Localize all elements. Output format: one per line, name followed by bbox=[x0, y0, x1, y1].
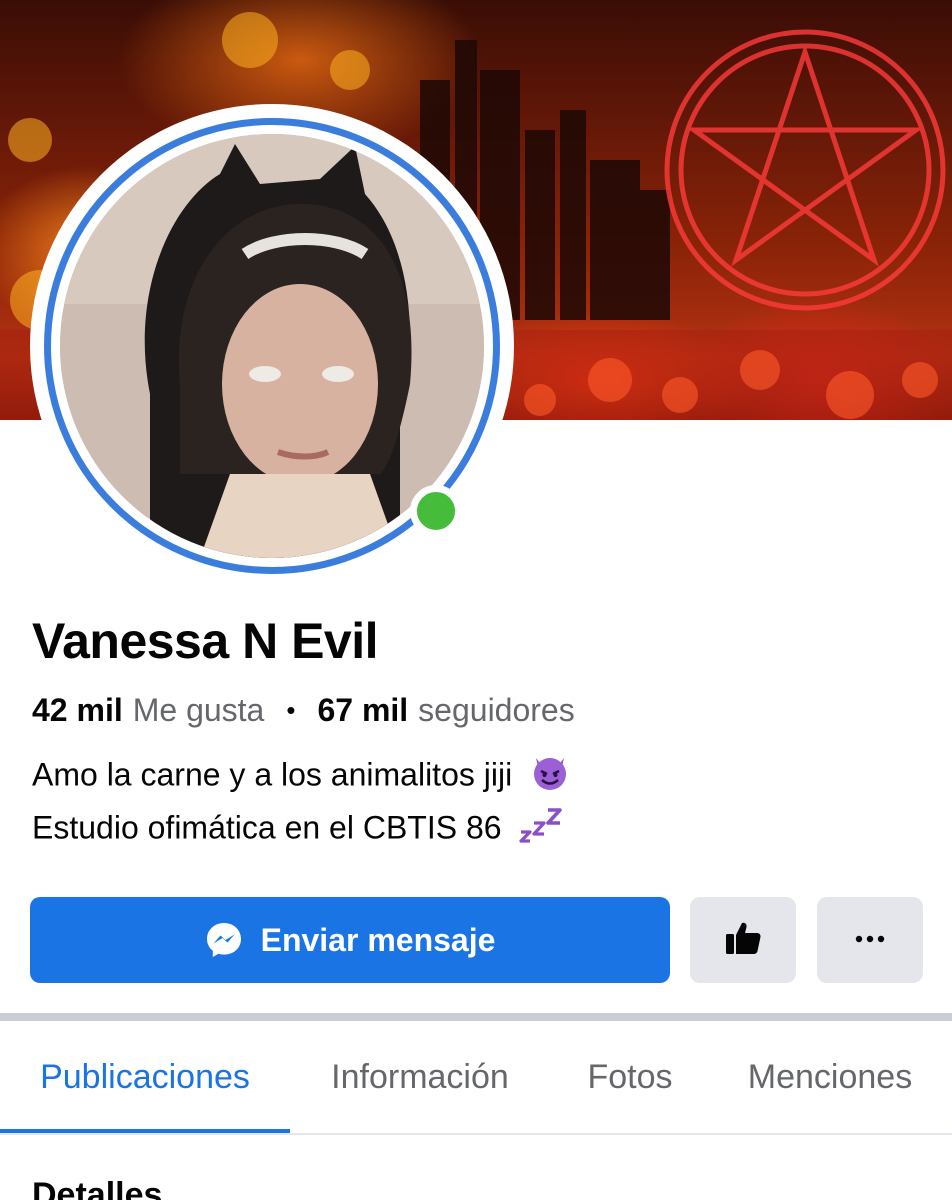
likes-label: Me gusta bbox=[132, 692, 265, 728]
thumbs-up-icon bbox=[724, 920, 762, 961]
messenger-icon bbox=[205, 921, 243, 959]
stats-separator: • bbox=[286, 695, 296, 725]
tab-publicaciones[interactable]: Publicaciones bbox=[0, 1021, 290, 1133]
zzz-emoji bbox=[518, 804, 564, 856]
smiling-devil-emoji bbox=[529, 750, 571, 804]
profile-tabs: Publicaciones Información Fotos Mencione… bbox=[0, 1021, 952, 1133]
details-heading: Detalles bbox=[32, 1176, 163, 1200]
online-status-indicator bbox=[410, 485, 462, 537]
profile-stats: 42 mil Me gusta • 67 mil seguidores bbox=[32, 692, 575, 729]
profile-name: Vanessa N Evil bbox=[32, 613, 379, 669]
like-page-button[interactable] bbox=[690, 897, 796, 983]
tab-fotos[interactable]: Fotos bbox=[560, 1021, 700, 1133]
section-divider bbox=[0, 1013, 952, 1021]
tabs-divider bbox=[0, 1133, 952, 1135]
bio-line: Estudio ofimática en el CBTIS 86 bbox=[32, 804, 571, 856]
tab-informacion[interactable]: Información bbox=[300, 1021, 540, 1133]
more-options-button[interactable] bbox=[817, 897, 923, 983]
bio-line-2: Estudio ofimática en el CBTIS 86 bbox=[32, 809, 502, 846]
send-message-button[interactable]: Enviar mensaje bbox=[30, 897, 670, 983]
followers-label: seguidores bbox=[418, 692, 575, 728]
followers-count: 67 mil bbox=[317, 692, 409, 728]
send-message-label: Enviar mensaje bbox=[260, 921, 496, 958]
bio-line: Amo la carne y a los animalitos jiji bbox=[32, 750, 571, 804]
bio-line-1: Amo la carne y a los animalitos jiji bbox=[32, 756, 513, 793]
profile-bio: Amo la carne y a los animalitos jiji Est… bbox=[32, 750, 571, 856]
tab-menciones[interactable]: Menciones bbox=[720, 1021, 940, 1133]
likes-count: 42 mil bbox=[32, 692, 123, 728]
more-horizontal-icon bbox=[855, 931, 885, 949]
